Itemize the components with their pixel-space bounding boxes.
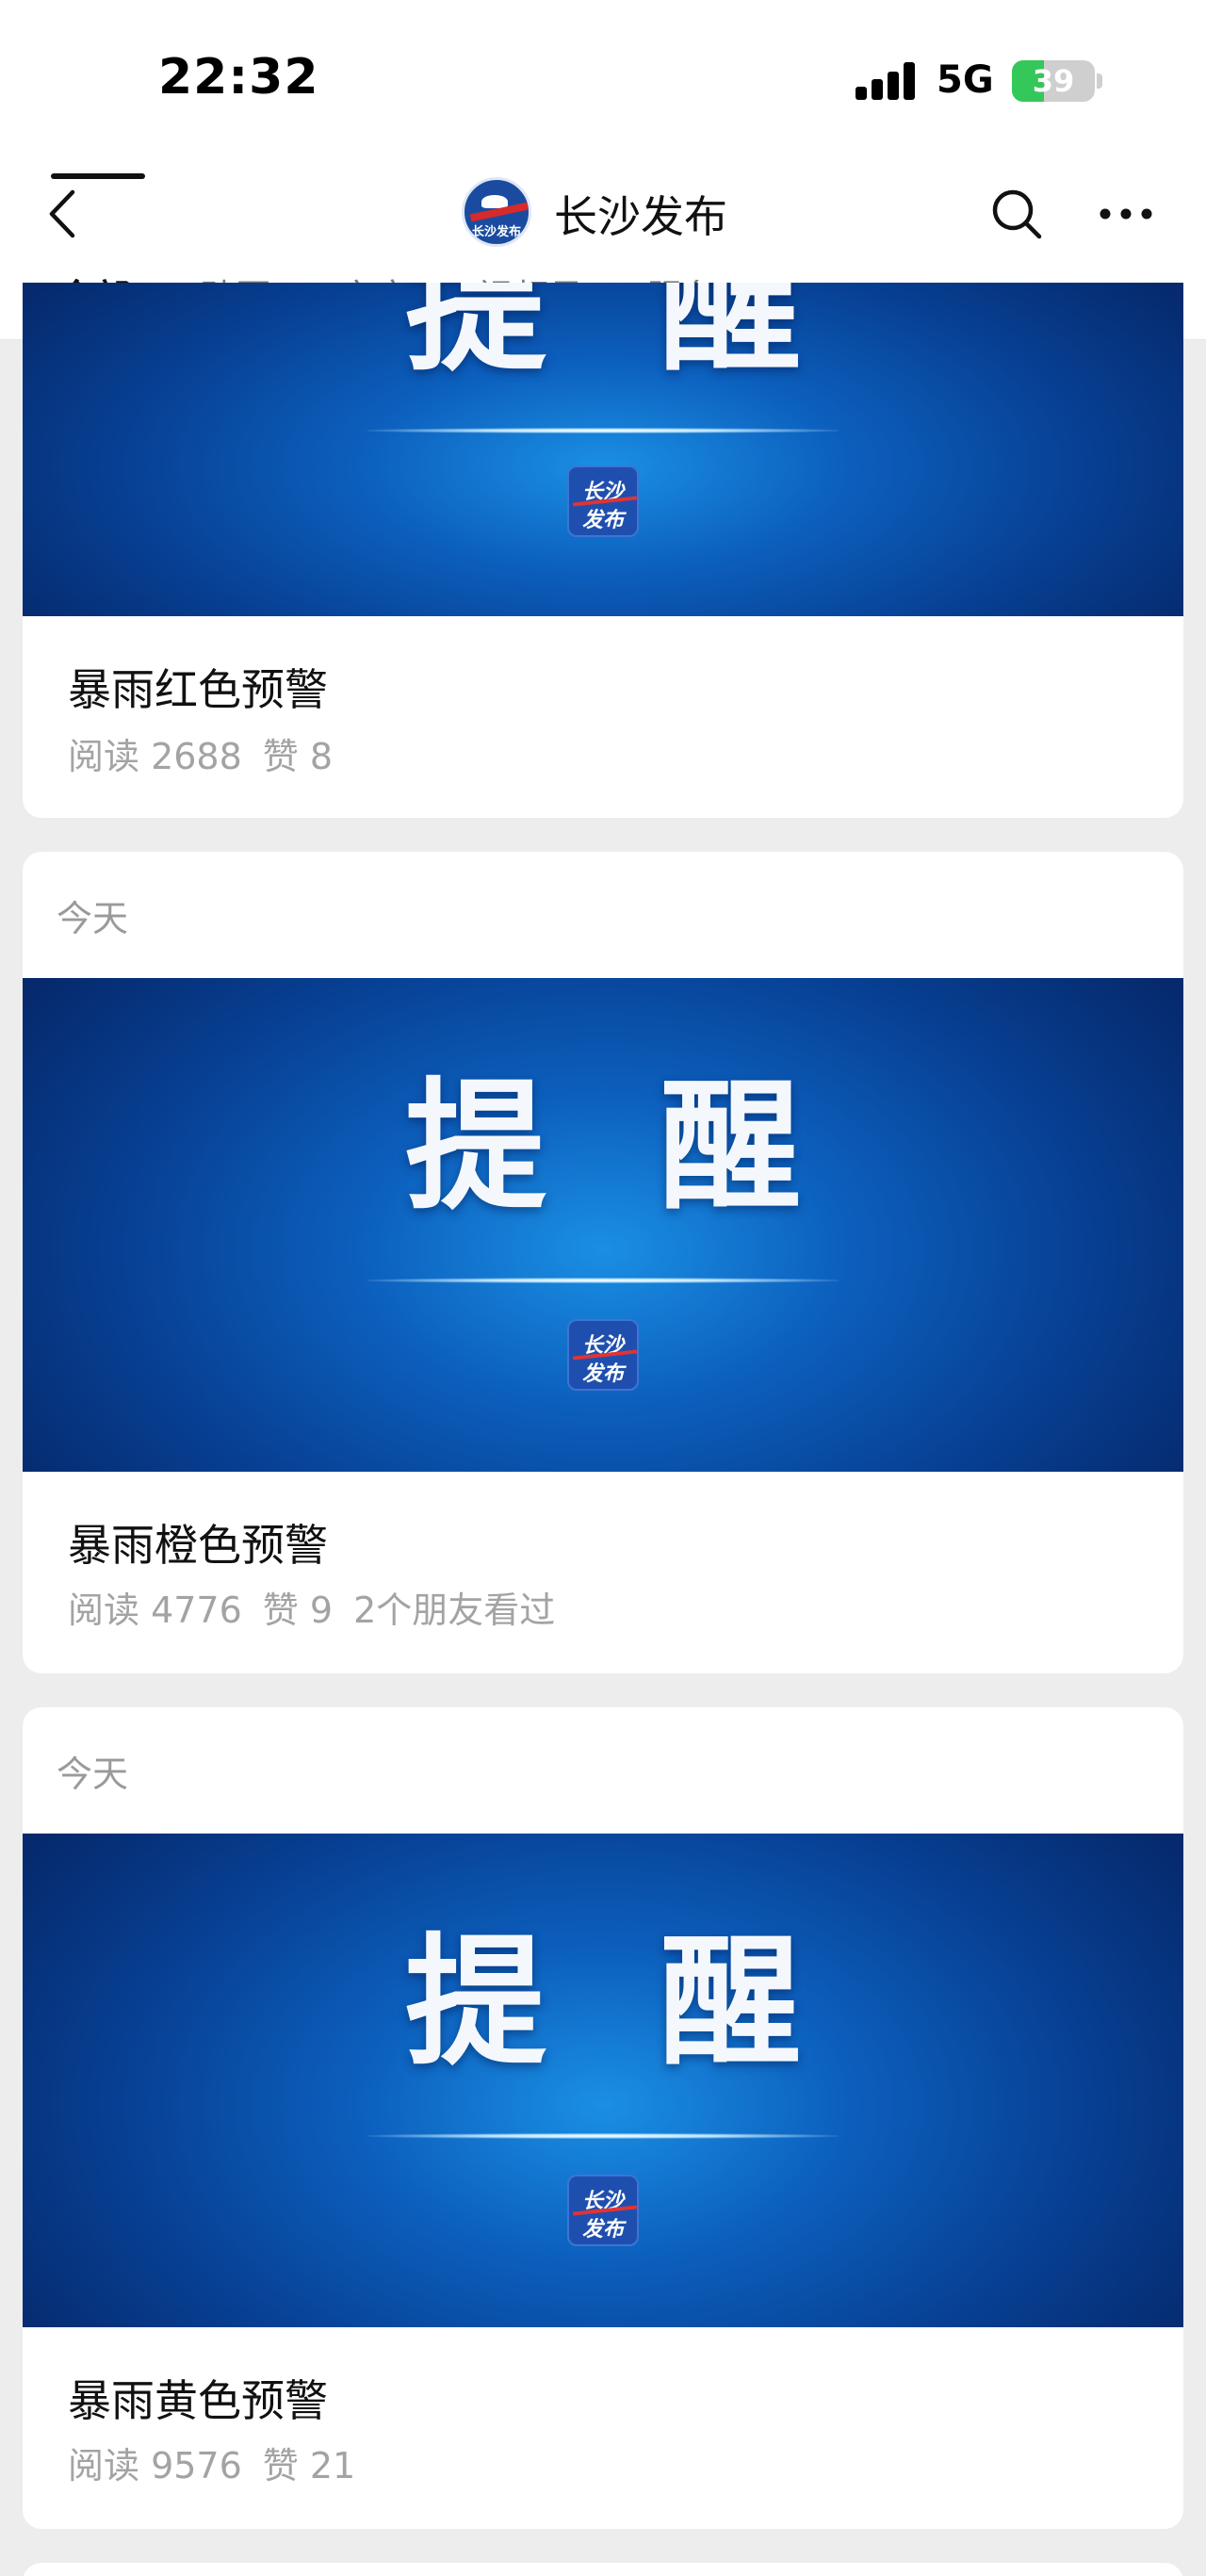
article-date: 今天 <box>57 898 129 939</box>
article-banner[interactable]: 提醒 长沙 发布 <box>23 283 1183 616</box>
tab-active-indicator <box>51 173 145 179</box>
status-time: 22:32 <box>158 49 319 106</box>
battery-tip <box>1097 73 1102 89</box>
article-list-page: 22:32 5G 39 长沙发布 长沙发布 提醒 长沙 发布 暴雨红色预警 阅读… <box>0 0 1206 2576</box>
article-card[interactable]: 今天 提醒 长沙 发布 暴雨橙色预警 阅读 4776 赞 9 2个朋友看过 <box>23 852 1183 1673</box>
search-button[interactable] <box>984 181 1050 247</box>
article-banner[interactable]: 提醒 长沙 发布 <box>23 1834 1183 2327</box>
banner-logo-line2: 发布 <box>581 509 624 532</box>
article-stats: 阅读 2688 赞 8 <box>68 727 353 779</box>
banner-logo-line2: 发布 <box>581 2218 624 2242</box>
read-count: 阅读 2688 <box>68 736 242 777</box>
more-button[interactable] <box>1093 181 1159 247</box>
banner-glow <box>367 428 839 433</box>
banner-glow <box>367 1278 839 1283</box>
friends-viewed: 2个朋友看过 <box>353 1590 556 1631</box>
article-card[interactable]: 今天 提醒 长沙 发布 暴雨黄色预警 阅读 9576 赞 21 <box>23 1707 1183 2529</box>
battery-charging-icon: 39 <box>1012 60 1095 102</box>
article-title[interactable]: 暴雨黄色预警 <box>68 2367 328 2429</box>
read-count: 阅读 4776 <box>68 1590 242 1631</box>
like-count: 赞 8 <box>262 736 334 777</box>
banner-glow <box>367 2133 839 2139</box>
search-icon <box>992 189 1042 239</box>
account-avatar[interactable]: 长沙发布 <box>462 177 531 247</box>
banner-logo: 长沙 发布 <box>567 1319 639 1391</box>
read-count: 阅读 9576 <box>68 2445 242 2486</box>
article-date: 今天 <box>57 1753 129 1795</box>
article-title[interactable]: 暴雨红色预警 <box>68 656 328 718</box>
article-banner[interactable]: 提醒 长沙 发布 <box>23 978 1183 1472</box>
status-bar: 22:32 5G 39 <box>0 0 1206 160</box>
article-stats: 阅读 9576 赞 21 <box>68 2437 376 2488</box>
article-title[interactable]: 暴雨橙色预警 <box>68 1511 328 1573</box>
like-count: 赞 21 <box>262 2445 356 2486</box>
network-type: 5G <box>937 58 994 102</box>
back-button[interactable] <box>34 181 90 247</box>
article-card-next[interactable] <box>23 2563 1183 2576</box>
banner-title: 提醒 <box>404 1066 914 1230</box>
like-count: 赞 9 <box>262 1590 334 1631</box>
logo-text: 长沙发布 <box>471 225 521 239</box>
signal-icon <box>856 62 918 100</box>
banner-title: 提醒 <box>404 283 914 391</box>
banner-logo: 长沙 发布 <box>567 465 639 537</box>
battery-level: 39 <box>1032 63 1075 99</box>
more-dots-icon <box>1100 208 1152 220</box>
account-name[interactable]: 长沙发布 <box>554 183 727 245</box>
article-card[interactable]: 提醒 长沙 发布 暴雨红色预警 阅读 2688 赞 8 <box>23 283 1183 818</box>
banner-logo: 长沙 发布 <box>567 2175 639 2246</box>
banner-logo-line2: 发布 <box>581 1362 624 1386</box>
back-chevron-icon <box>49 189 75 238</box>
article-stats: 阅读 4776 赞 9 2个朋友看过 <box>68 1581 576 1633</box>
banner-title: 提醒 <box>404 1921 914 2085</box>
